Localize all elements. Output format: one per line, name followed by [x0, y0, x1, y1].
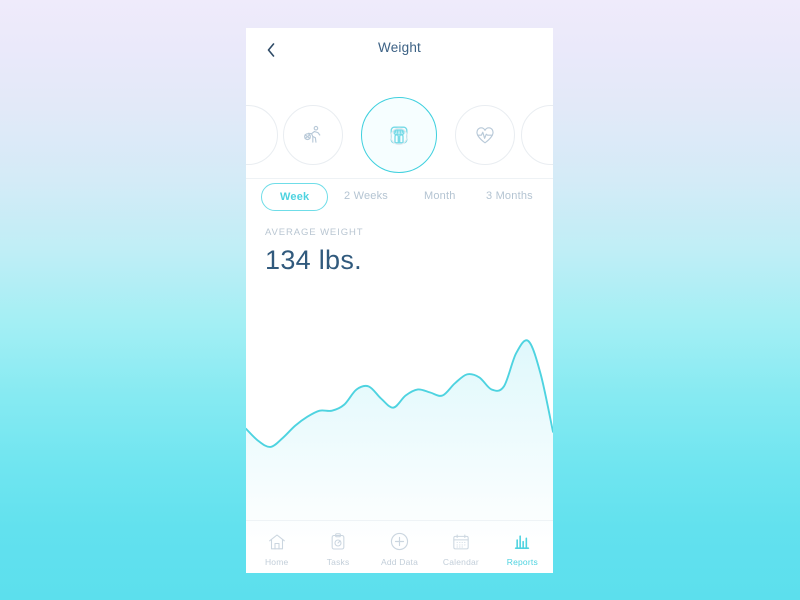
average-weight-value: 134 lbs.: [265, 245, 362, 275]
tab-week[interactable]: Week: [261, 183, 329, 211]
category-item-weight[interactable]: [361, 97, 437, 173]
nav-item-reports[interactable]: Reports: [492, 521, 553, 573]
average-weight-label: AVERAGE WEIGHT: [265, 227, 364, 238]
summary-block: AVERAGE WEIGHT 134 lbs.: [246, 227, 553, 276]
heart-pulse-icon: [474, 124, 496, 146]
tab-month[interactable]: Month: [424, 190, 456, 202]
nav-item-calendar[interactable]: Calendar: [430, 521, 491, 573]
bar-chart-icon: [512, 531, 532, 553]
home-icon: [267, 531, 287, 553]
weight-scale-icon: [385, 121, 413, 149]
range-tab-bar[interactable]: Week 2 Weeks Month 3 Months: [246, 179, 553, 227]
chart-svg: [246, 339, 553, 546]
category-item-activity[interactable]: [283, 105, 343, 165]
category-carousel[interactable]: [246, 74, 553, 178]
phone-screen: Weight Week 2 Weeks Month 3 Months AVERA…: [246, 28, 553, 573]
nav-label-calendar: Calendar: [442, 556, 479, 567]
category-item-edge-left[interactable]: [246, 105, 278, 165]
weight-trend-chart: [246, 296, 553, 546]
nav-label-add-data: Add Data: [380, 556, 419, 567]
app-header: Weight: [246, 28, 553, 74]
running-person-icon: [302, 124, 324, 146]
tab-2-weeks[interactable]: 2 Weeks: [344, 190, 388, 202]
nav-label-home: Home: [264, 556, 289, 567]
calendar-icon: [451, 531, 471, 553]
nav-label-reports: Reports: [506, 556, 538, 567]
chart-area-fill: [246, 340, 553, 546]
nav-item-add-data[interactable]: Add Data: [369, 521, 430, 573]
nav-label-tasks: Tasks: [326, 556, 350, 567]
nav-item-tasks[interactable]: Tasks: [307, 521, 368, 573]
plus-circle-icon: [389, 531, 410, 553]
page-title: Weight: [378, 40, 421, 55]
tab-3-months[interactable]: 3 Months: [486, 190, 533, 202]
nav-item-home[interactable]: Home: [246, 521, 307, 573]
bottom-navigation[interactable]: Home Tasks Add Data Calendar Reports: [246, 520, 553, 573]
category-item-edge-right[interactable]: [521, 105, 553, 165]
category-item-heart-rate[interactable]: [455, 105, 515, 165]
clipboard-icon: [328, 531, 348, 553]
